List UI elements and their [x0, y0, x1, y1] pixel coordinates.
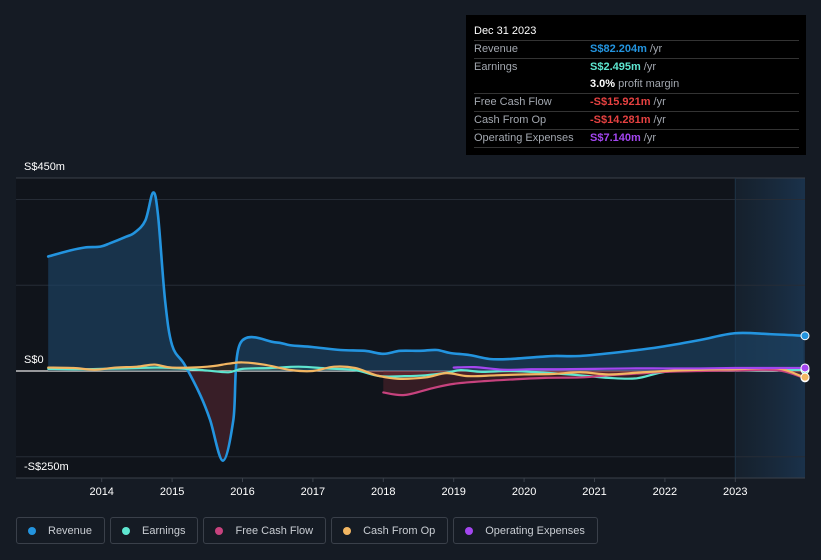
tooltip-row-revenue: Revenue S$82.204m /yr: [474, 41, 799, 59]
tooltip-label: Free Cash Flow: [474, 96, 552, 108]
x-tick-label: 2017: [301, 486, 325, 498]
end-marker-operating-expenses: [800, 363, 810, 373]
y-tick-label-zero: S$0: [24, 354, 44, 366]
legend-dot-icon: [122, 526, 131, 535]
tooltip-row-profit-margin: 3.0% profit margin: [474, 76, 799, 94]
tooltip-suffix: /yr: [643, 61, 656, 73]
legend-item-earnings[interactable]: Earnings: [110, 517, 199, 544]
tooltip-label: Revenue: [474, 43, 519, 55]
legend-label: Earnings: [142, 524, 186, 537]
legend-label: Revenue: [48, 524, 93, 537]
x-tick-label: 2015: [160, 486, 184, 498]
tooltip-value: S$7.140m: [590, 132, 641, 144]
tooltip-label: Earnings: [474, 61, 518, 73]
x-tick-label: 2016: [230, 486, 254, 498]
tooltip-date: Dec 31 2023: [474, 23, 799, 41]
legend-item-free-cash-flow[interactable]: Free Cash Flow: [203, 517, 327, 544]
tooltip-suffix: /yr: [649, 43, 663, 55]
tooltip-value: 3.0%: [590, 78, 616, 90]
legend-item-revenue[interactable]: Revenue: [16, 517, 106, 544]
end-marker-revenue: [800, 331, 810, 341]
tooltip-value: -S$15.921m: [590, 96, 651, 108]
tooltip-suffix: /yr: [653, 96, 666, 108]
legend-dot-icon: [28, 526, 36, 535]
tooltip-row-earnings: Earnings S$2.495m /yr: [474, 59, 799, 76]
y-tick-label-bottom: -S$250m: [24, 461, 69, 473]
legend-label: Operating Expenses: [485, 524, 585, 537]
tooltip-value: S$2.495m: [590, 61, 641, 73]
tooltip-value: -S$14.281m: [590, 114, 651, 126]
x-tick-label: 2019: [441, 486, 465, 498]
tooltip-label: Cash From Op: [474, 114, 547, 126]
x-tick-label: 2014: [89, 486, 113, 498]
tooltip-suffix: profit margin: [618, 78, 680, 90]
tooltip-label: Operating Expenses: [474, 132, 574, 144]
forecast-highlight-band: [735, 178, 805, 478]
tooltip-row-cash-from-op: Cash From Op -S$14.281m /yr: [474, 112, 799, 130]
tooltip-suffix: /yr: [643, 132, 656, 144]
x-axis: 2014 2015 2016 2017 2018 2019 2020 2021 2022 2023: [16, 477, 805, 498]
tooltip-suffix: /yr: [653, 114, 666, 126]
tooltip-label: [474, 76, 590, 93]
legend-item-cash-from-op[interactable]: Cash From Op: [331, 517, 449, 544]
x-tick-label: 2020: [512, 486, 536, 498]
tooltip-row-free-cash-flow: Free Cash Flow -S$15.921m /yr: [474, 94, 799, 112]
tooltip-value: S$82.204m: [590, 43, 647, 55]
tooltip-row-operating-expenses: Operating Expenses S$7.140m /yr: [474, 130, 799, 148]
end-marker-cash-from-op: [800, 372, 810, 382]
legend-dot-icon: [465, 526, 474, 535]
chart-legend: Revenue Earnings Free Cash Flow Cash Fro…: [16, 517, 598, 544]
x-tick-label: 2023: [723, 486, 747, 498]
tooltip-panel: Dec 31 2023 Revenue S$82.204m /yr Earnin…: [466, 15, 806, 155]
legend-label: Free Cash Flow: [235, 524, 314, 537]
x-tick-label: 2018: [371, 486, 395, 498]
x-tick-label: 2022: [653, 486, 677, 498]
legend-label: Cash From Op: [363, 524, 436, 537]
legend-dot-icon: [343, 526, 352, 535]
y-tick-label-top: S$450m: [24, 161, 65, 173]
legend-dot-icon: [215, 526, 224, 535]
legend-item-operating-expenses[interactable]: Operating Expenses: [453, 517, 598, 544]
x-tick-label: 2021: [582, 486, 606, 498]
